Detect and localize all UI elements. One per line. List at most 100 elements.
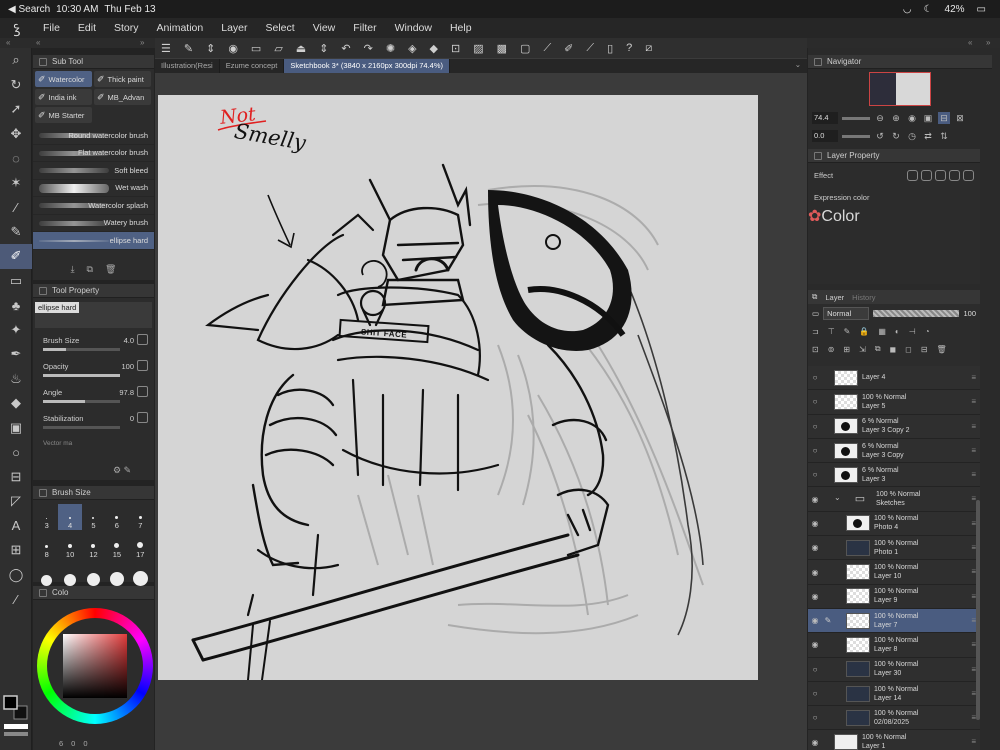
layer-row[interactable]: ◉ 100 % Normal Layer 9 ≡ bbox=[808, 584, 980, 609]
rotate-tool-icon[interactable]: ↻ bbox=[0, 73, 32, 98]
layer-color-icon[interactable] bbox=[949, 169, 960, 181]
brush-size-preset[interactable]: 8 bbox=[35, 533, 58, 559]
stabilization-toggle-icon[interactable] bbox=[137, 412, 148, 423]
brush-size-preset[interactable] bbox=[129, 562, 152, 588]
brush-size-preset[interactable] bbox=[58, 562, 81, 588]
layer-row[interactable]: ○ 100 % Normal 02/08/2025 ≡ bbox=[808, 706, 980, 731]
loading-icon[interactable]: ✺ bbox=[386, 42, 395, 55]
brush-size-preset[interactable]: 6 bbox=[105, 504, 128, 530]
drawing-canvas[interactable]: Not Smelly SHIT FACE bbox=[158, 95, 758, 680]
layer-menu-icon[interactable]: ≡ bbox=[971, 397, 976, 406]
saturation-value-square[interactable] bbox=[63, 634, 127, 698]
figure-tool-icon[interactable]: ○ bbox=[0, 440, 32, 465]
actual-size-icon[interactable]: ▣ bbox=[922, 112, 934, 124]
menu-animation[interactable]: Animation bbox=[148, 22, 213, 34]
chevron-down-icon[interactable]: ⌄ bbox=[834, 493, 846, 505]
ref-layer-icon[interactable]: ⊤ bbox=[828, 327, 835, 336]
tab-india-ink[interactable]: ✐ India ink bbox=[35, 89, 92, 105]
new-folder-icon[interactable]: ⊞ bbox=[843, 345, 850, 354]
layer-row[interactable]: ○ 6 % Normal Layer 3 Copy ≡ bbox=[808, 438, 980, 464]
brush-size-preset[interactable] bbox=[82, 562, 105, 588]
brush-size-preset[interactable]: 5 bbox=[82, 504, 105, 530]
flip-icon[interactable]: ⊟ bbox=[938, 112, 950, 124]
move-tool-icon[interactable]: ✥ bbox=[0, 122, 32, 147]
extract-line-icon[interactable] bbox=[963, 169, 974, 181]
menu-icon[interactable]: ☰ bbox=[161, 42, 171, 55]
eye-icon[interactable]: ◉ bbox=[808, 543, 822, 552]
brush-item-active[interactable]: ellipse hard bbox=[33, 232, 154, 250]
new-raster-icon[interactable]: ⊡ bbox=[812, 345, 819, 354]
menu-select[interactable]: Select bbox=[257, 22, 304, 34]
draft-layer-icon[interactable]: ✎ bbox=[844, 327, 851, 336]
eye-icon[interactable]: ◉ bbox=[808, 616, 822, 625]
crop-icon[interactable]: ⊡ bbox=[451, 42, 460, 55]
opacity-row[interactable]: Opacity 100 bbox=[33, 358, 154, 384]
layer-row[interactable]: ○ 100 % Normal Layer 30 ≡ bbox=[808, 657, 980, 682]
zoom-input[interactable]: 74.4 bbox=[812, 112, 838, 124]
stepper-icon[interactable]: ⇕ bbox=[206, 42, 215, 55]
eye-icon[interactable]: ○ bbox=[808, 665, 822, 674]
eye-icon[interactable]: ◉ bbox=[808, 568, 822, 577]
eye-icon[interactable]: ◉ bbox=[808, 495, 822, 504]
transfer-icon[interactable]: ⇲ bbox=[859, 345, 866, 354]
magic-wand-tool-icon[interactable]: ✶ bbox=[0, 171, 32, 196]
clear-icon[interactable]: ◈ bbox=[408, 42, 416, 55]
brush-size-toggle-icon[interactable] bbox=[137, 334, 148, 345]
new-file-icon[interactable]: ▭ bbox=[251, 42, 261, 55]
edit-target-icon[interactable]: ✎ bbox=[822, 616, 834, 625]
eye-icon[interactable]: ◉ bbox=[808, 640, 822, 649]
brush-size-preset[interactable]: 4 bbox=[58, 504, 82, 530]
layer-row[interactable]: ○ Layer 4 ≡ bbox=[808, 366, 980, 391]
ruler-icon[interactable]: ⊣ bbox=[909, 327, 916, 336]
opacity-slider[interactable] bbox=[873, 309, 960, 317]
layer-row[interactable]: ◉ 100 % Normal Layer 1 ≡ bbox=[808, 730, 980, 750]
layer-lock-icon[interactable]: ▭ bbox=[812, 309, 819, 318]
duplicate-icon[interactable]: ⧉ bbox=[87, 264, 93, 278]
speech-tool-icon[interactable]: ◯ bbox=[0, 563, 32, 588]
eye-icon[interactable]: ◉ bbox=[808, 519, 822, 528]
brush-size-preset[interactable]: 15 bbox=[105, 533, 128, 559]
border-effect-icon[interactable] bbox=[907, 169, 918, 181]
zoom-slider[interactable] bbox=[842, 116, 870, 120]
angle-row[interactable]: Angle 97.8 bbox=[33, 384, 154, 410]
color-chips[interactable] bbox=[2, 694, 30, 740]
export-icon[interactable]: ⇕ bbox=[319, 42, 328, 55]
invert-icon[interactable]: ▩ bbox=[497, 42, 507, 55]
collapse-right-icon[interactable]: « bbox=[968, 38, 972, 47]
layer-row[interactable]: ○ 100 % Normal Layer 14 ≡ bbox=[808, 681, 980, 707]
flip-h-icon[interactable]: ⇄ bbox=[922, 130, 934, 142]
eye-icon[interactable]: ○ bbox=[808, 689, 822, 698]
layer-scrollbar[interactable] bbox=[976, 500, 980, 720]
ruler-snap-icon[interactable]: ⟋ bbox=[543, 42, 551, 55]
undo-icon[interactable]: ↶ bbox=[341, 42, 350, 55]
tab-thick-paint[interactable]: ✐ Thick paint bbox=[94, 71, 151, 87]
device-icon[interactable]: ▯ bbox=[607, 42, 613, 55]
frame-tool-icon[interactable]: ⊟ bbox=[0, 465, 32, 490]
mask-add-icon[interactable]: ◼ bbox=[890, 345, 897, 354]
eye-icon[interactable]: ◉ bbox=[808, 738, 822, 747]
layer-row[interactable]: ◉ ✎ 100 % Normal Layer 7 ≡ bbox=[808, 608, 980, 634]
tone-icon[interactable] bbox=[935, 169, 946, 181]
eye-icon[interactable]: ○ bbox=[808, 422, 822, 431]
operation-tool-icon[interactable]: ➚ bbox=[0, 97, 32, 122]
eye-icon[interactable]: ○ bbox=[808, 373, 822, 382]
airbrush-tool-icon[interactable]: ✒ bbox=[0, 342, 32, 367]
eyedropper-tool-icon[interactable]: ⁄ bbox=[0, 195, 32, 220]
record-icon[interactable]: ◉ bbox=[228, 42, 238, 55]
color-wheel[interactable] bbox=[37, 608, 153, 724]
menu-help[interactable]: Help bbox=[441, 22, 481, 34]
clip-icon[interactable]: ⊐ bbox=[812, 327, 819, 336]
trash-icon[interactable]: 🗑 bbox=[105, 264, 116, 278]
layer-menu-icon[interactable]: ≡ bbox=[971, 373, 976, 382]
reset-rotate-icon[interactable]: ◷ bbox=[906, 130, 918, 142]
layer-opacity-value[interactable]: 100 bbox=[963, 309, 976, 318]
lock-icon[interactable]: 🔒 bbox=[859, 327, 869, 336]
menu-story[interactable]: Story bbox=[105, 22, 148, 34]
color-tab[interactable]: Colo bbox=[52, 588, 68, 597]
expression-color-select[interactable]: ✿Color bbox=[808, 206, 980, 226]
combine-icon[interactable]: ⊟ bbox=[921, 345, 928, 354]
deselect-icon[interactable]: ▨ bbox=[473, 42, 483, 55]
stabilization-row[interactable]: Stabilization 0 bbox=[33, 410, 154, 436]
brush-size-preset[interactable]: 12 bbox=[82, 533, 105, 559]
blend-tool-icon[interactable]: ✦ bbox=[0, 318, 32, 343]
